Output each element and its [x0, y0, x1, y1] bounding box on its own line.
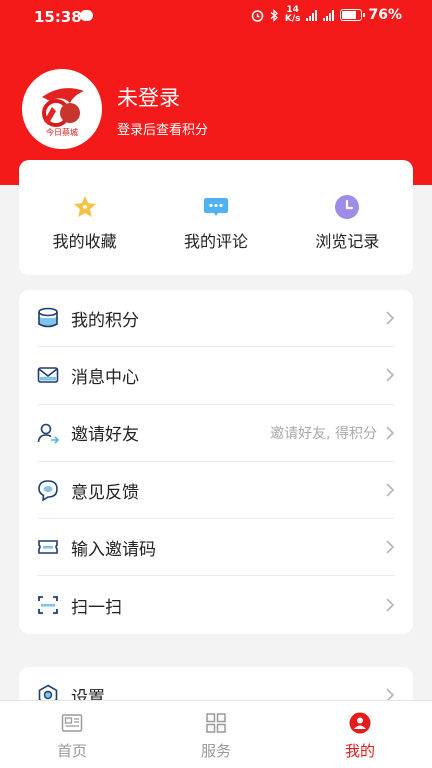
mail-icon	[37, 367, 59, 384]
signal-icon	[306, 9, 318, 21]
login-hint[interactable]: 登录后查看积分	[117, 119, 208, 138]
star-icon	[73, 196, 96, 217]
scan-icon	[38, 596, 58, 615]
menu-label-points: 我的积分	[71, 310, 139, 331]
battery-percent: 76%	[368, 7, 402, 23]
chevron-right-icon	[386, 598, 395, 612]
logo-text: 今日蔡城	[46, 127, 78, 137]
comment-icon	[203, 198, 228, 216]
nav-services-label: 服务	[200, 742, 231, 760]
favorites-label: 我的收藏	[52, 232, 117, 251]
chevron-right-icon	[386, 540, 395, 554]
bluetooth-icon	[270, 8, 278, 22]
nav-home-label: 首页	[56, 742, 87, 760]
menu-label-feedback: 意见反馈	[71, 482, 139, 503]
menu-label-messages: 消息中心	[71, 367, 139, 388]
chevron-right-icon	[386, 368, 395, 383]
invite-user-icon	[37, 423, 59, 444]
profile-icon	[349, 712, 371, 734]
grid-icon	[206, 713, 226, 733]
menu-label-scan: 扫一扫	[71, 597, 122, 618]
menu-item-feedback[interactable]: 意见反馈	[37, 462, 395, 520]
status-icons: 14 K/s 76%	[251, 6, 402, 24]
history-label: 浏览记录	[315, 232, 380, 251]
favorites-button[interactable]: 我的收藏	[19, 160, 150, 275]
message-notification-icon	[80, 10, 93, 21]
menu-item-messages[interactable]: 消息中心	[37, 347, 395, 405]
nav-mine-label: 我的	[344, 742, 375, 760]
clock-icon	[335, 195, 360, 219]
bottom-nav: 首页 服务 我的	[0, 700, 432, 768]
history-button[interactable]: 浏览记录	[282, 160, 413, 275]
menu-item-points[interactable]: 我的积分	[37, 290, 395, 348]
quick-actions-card: 我的收藏 我的评论 浏览记录	[19, 160, 413, 275]
menu-item-invite-code[interactable]: 输入邀请码	[37, 519, 395, 577]
battery-icon	[340, 9, 366, 21]
nav-services[interactable]: 服务	[144, 701, 288, 768]
status-bar: 15:38 14 K/s 76%	[0, 0, 432, 34]
signal-icon-2	[323, 9, 335, 21]
network-speed: 14 K/s	[284, 5, 301, 24]
status-time: 15:38	[34, 8, 82, 26]
invite-hint: 邀请好友, 得积分	[270, 425, 377, 442]
comments-button[interactable]: 我的评论	[150, 160, 281, 275]
nav-home[interactable]: 首页	[0, 701, 144, 768]
nav-mine[interactable]: 我的	[288, 701, 432, 768]
app-logo-icon: 今日蔡城	[22, 69, 102, 149]
chevron-right-icon	[386, 311, 395, 325]
menu-item-invite[interactable]: 邀请好友 邀请好友, 得积分	[37, 405, 395, 462]
avatar[interactable]: 今日蔡城	[22, 69, 102, 149]
alarm-icon	[251, 9, 264, 22]
menu-label-invite: 邀请好友	[71, 425, 139, 446]
news-icon	[61, 714, 83, 732]
menu-item-scan[interactable]: 扫一扫	[37, 576, 395, 633]
menu-label-invite-code: 输入邀请码	[71, 539, 156, 560]
chevron-right-icon	[386, 426, 395, 440]
chevron-right-icon	[386, 483, 395, 497]
ticket-icon	[38, 540, 58, 555]
username[interactable]: 未登录	[117, 82, 180, 112]
menu-card: 我的积分 消息中心 邀请好友 邀请好友, 得积分 意见反馈 输入邀请码 扫一扫	[19, 290, 413, 634]
feedback-icon	[38, 480, 58, 502]
coins-icon	[38, 307, 58, 328]
comments-label: 我的评论	[183, 232, 248, 251]
